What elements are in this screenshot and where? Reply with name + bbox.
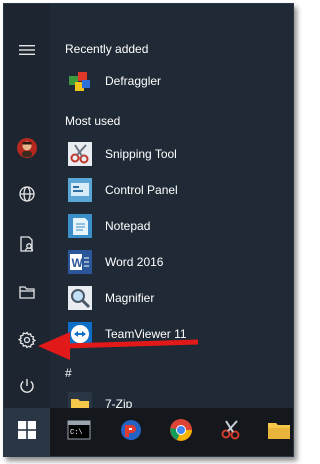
scissors-icon [65,139,95,169]
section-recently-added: Recently added [65,42,149,56]
app-label-control-panel: Control Panel [105,183,178,197]
svg-text:W: W [72,256,84,270]
hamburger-icon [19,44,35,56]
terminal-icon: C:\ [67,420,91,445]
app-item-snipping-tool[interactable]: Snipping Tool [65,136,285,172]
snipping-icon [219,418,243,447]
avatar [16,137,38,159]
documents-button[interactable] [4,222,50,266]
app-label-snipping-tool: Snipping Tool [105,147,177,161]
notepad-icon [65,211,95,241]
hamburger-menu-button[interactable] [4,28,50,72]
windows-logo-icon [18,420,36,444]
gear-icon [18,331,36,349]
app-label-magnifier: Magnifier [105,291,155,305]
user-account-button[interactable] [4,126,50,170]
app-item-word-2016[interactable]: W Word 2016 [65,244,285,280]
start-button[interactable] [4,408,50,456]
document-person-icon [18,235,36,253]
file-explorer-button[interactable] [4,270,50,314]
defraggler-icon [65,66,95,96]
section-hash: # [65,366,72,380]
power-icon [18,377,36,395]
taskbar-chrome[interactable] [158,408,204,456]
control-panel-icon [65,175,95,205]
start-menu-window: Recently added Defraggler Most used Snip… [3,3,294,457]
app-icon [119,418,143,447]
folder-icon [267,420,291,445]
chrome-icon [169,418,193,447]
taskbar-file-explorer[interactable] [256,408,293,456]
network-button[interactable] [4,172,50,216]
taskbar-terminal[interactable]: C:\ [56,408,102,456]
app-item-magnifier[interactable]: Magnifier [65,280,285,316]
app-item-defraggler[interactable]: Defraggler [65,63,285,99]
app-label-7zip: 7-Zip [105,397,133,408]
taskbar-app[interactable] [108,408,154,456]
app-label-word-2016: Word 2016 [105,255,164,269]
app-label-defraggler: Defraggler [105,74,162,88]
app-label-notepad: Notepad [105,219,151,233]
app-item-7zip[interactable]: 7-Zip [65,386,285,408]
app-item-notepad[interactable]: Notepad [65,208,285,244]
folder-yellow-icon [65,389,95,408]
folder-icon [18,284,36,300]
svg-text:C:\: C:\ [70,429,83,437]
globe-icon [18,185,36,203]
section-most-used: Most used [65,114,121,128]
annotation-arrow [38,332,199,360]
app-item-control-panel[interactable]: Control Panel [65,172,285,208]
taskbar: C:\ [4,408,293,456]
magnifier-icon [65,283,95,313]
word-icon: W [65,247,95,277]
power-button[interactable] [4,364,50,408]
taskbar-snipping[interactable] [208,408,254,456]
